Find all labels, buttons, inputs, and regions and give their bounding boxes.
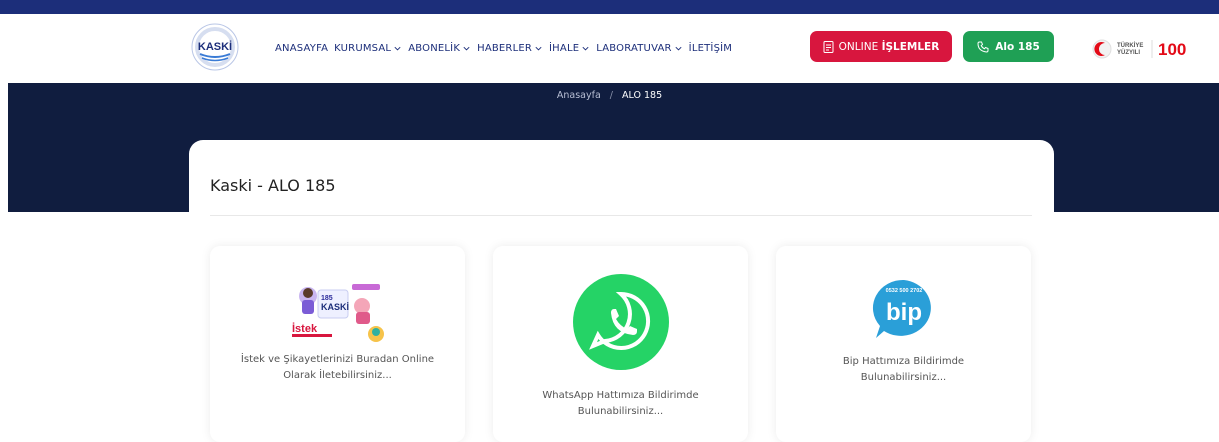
whatsapp-text: WhatsApp Hattımıza Bildirimde Bulunabili… — [542, 390, 699, 417]
bip-text: Bip Hattımıza Bildirimde Bulunabilirsini… — [842, 356, 965, 383]
chevron-down-icon — [582, 46, 589, 51]
ty-line1: TÜRKİYE — [1117, 42, 1143, 49]
phone-icon — [977, 41, 989, 53]
nav-abonelik[interactable]: ABONELİK — [408, 43, 471, 54]
divider — [210, 215, 1032, 216]
chevron-down-icon — [463, 46, 470, 51]
chevron-down-icon — [675, 46, 682, 51]
alo-185-button[interactable]: Alo 185 — [963, 31, 1054, 62]
nav-iletisim[interactable]: İLETİŞİM — [689, 43, 732, 54]
illus-brand: KASKİ — [321, 302, 349, 312]
online-prefix: ONLINE — [838, 40, 879, 53]
whatsapp-icon — [573, 274, 669, 370]
nav-label: HABERLER — [477, 43, 533, 54]
chevron-down-icon — [394, 46, 401, 51]
online-bold: İŞLEMLER — [881, 40, 940, 53]
nav-label: İHALE — [549, 43, 580, 54]
online-request-card[interactable]: 185 KASKİ İstek İstek ve Şikayetlerinizi… — [210, 246, 465, 442]
nav-label: ANASAYFA — [275, 43, 329, 54]
nav-label: KURUMSAL — [334, 43, 392, 54]
top-bar — [0, 0, 1219, 14]
nav-ihale[interactable]: İHALE — [549, 43, 590, 54]
bip-icon: 0532 500 2702 bip — [872, 279, 931, 338]
logo-text: KASKİ — [198, 40, 232, 53]
ty-badge: 100 — [1158, 40, 1186, 59]
main-nav: ANASAYFA KURUMSAL ABONELİK HABERLER İHAL… — [275, 43, 738, 54]
nav-anasayfa[interactable]: ANASAYFA — [275, 43, 328, 54]
istek-illustration: 185 KASKİ İstek — [292, 284, 384, 342]
illus-istek: İstek — [292, 322, 318, 335]
breadcrumb-current: ALO 185 — [622, 90, 663, 101]
nav-label: İLETİŞİM — [688, 43, 733, 54]
page-title: Kaski - ALO 185 — [210, 176, 336, 195]
ty-line2: YÜZYILI — [1117, 49, 1140, 56]
online-islemler-button[interactable]: ONLINE İŞLEMLER — [810, 31, 952, 62]
online-request-text: İstek ve Şikayetlerinizi Buradan Online … — [240, 354, 435, 381]
illus-badge: 185 — [321, 295, 333, 302]
chevron-down-icon — [535, 46, 542, 51]
bip-card[interactable]: 0532 500 2702 bip Bip Hattımıza Bildirim… — [776, 246, 1031, 442]
kaski-logo[interactable]: KASKİ — [190, 22, 240, 72]
nav-kurumsal[interactable]: KURUMSAL — [334, 43, 402, 54]
nav-laboratuvar[interactable]: LABORATUVAR — [596, 43, 682, 54]
turkiye-yuzyili-logo: TÜRKİYE YÜZYILI 100 — [1090, 36, 1210, 62]
nav-label: ABONELİK — [408, 43, 461, 54]
alo-label: Alo 185 — [995, 40, 1040, 53]
bip-brand: bip — [886, 299, 922, 326]
nav-label: LABORATUVAR — [596, 43, 672, 54]
breadcrumb-separator: / — [609, 90, 613, 101]
breadcrumb-home[interactable]: Anasayfa — [557, 90, 601, 101]
bip-phone: 0532 500 2702 — [886, 288, 923, 294]
whatsapp-card[interactable]: WhatsApp Hattımıza Bildirimde Bulunabili… — [493, 246, 748, 442]
breadcrumb: Anasayfa / ALO 185 — [0, 90, 1219, 101]
nav-haberler[interactable]: HABERLER — [477, 43, 543, 54]
document-icon — [823, 40, 834, 53]
header: KASKİ ANASAYFA KURUMSAL ABONELİK HABERLE… — [0, 14, 1219, 83]
